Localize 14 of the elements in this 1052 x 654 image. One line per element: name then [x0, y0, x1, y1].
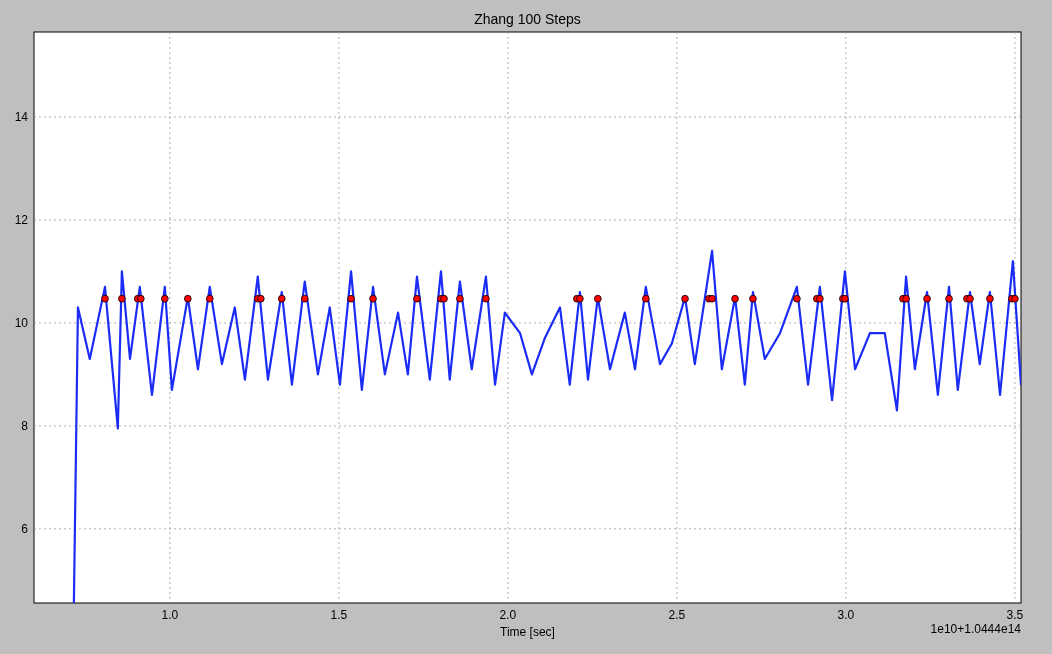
axis-label: Time [sec]: [500, 625, 555, 639]
tick-label: 2.0: [499, 608, 517, 622]
tick-label: 3.5: [1006, 608, 1024, 622]
tick-label: 12: [14, 212, 28, 227]
tick-label: 14: [14, 109, 28, 124]
tick-label: 6: [21, 521, 28, 536]
tick-label: 10: [14, 315, 28, 330]
offset-label: 1e10+1.0444e14: [930, 622, 1021, 636]
tick-label: 1.0: [161, 608, 179, 622]
tick-label: 2.5: [668, 608, 686, 622]
chart-title: Zhang 100 Steps: [474, 11, 581, 27]
tick-label: 8: [21, 418, 28, 433]
tick-label: 3.0: [837, 608, 855, 622]
tick-label: 1.5: [330, 608, 348, 622]
